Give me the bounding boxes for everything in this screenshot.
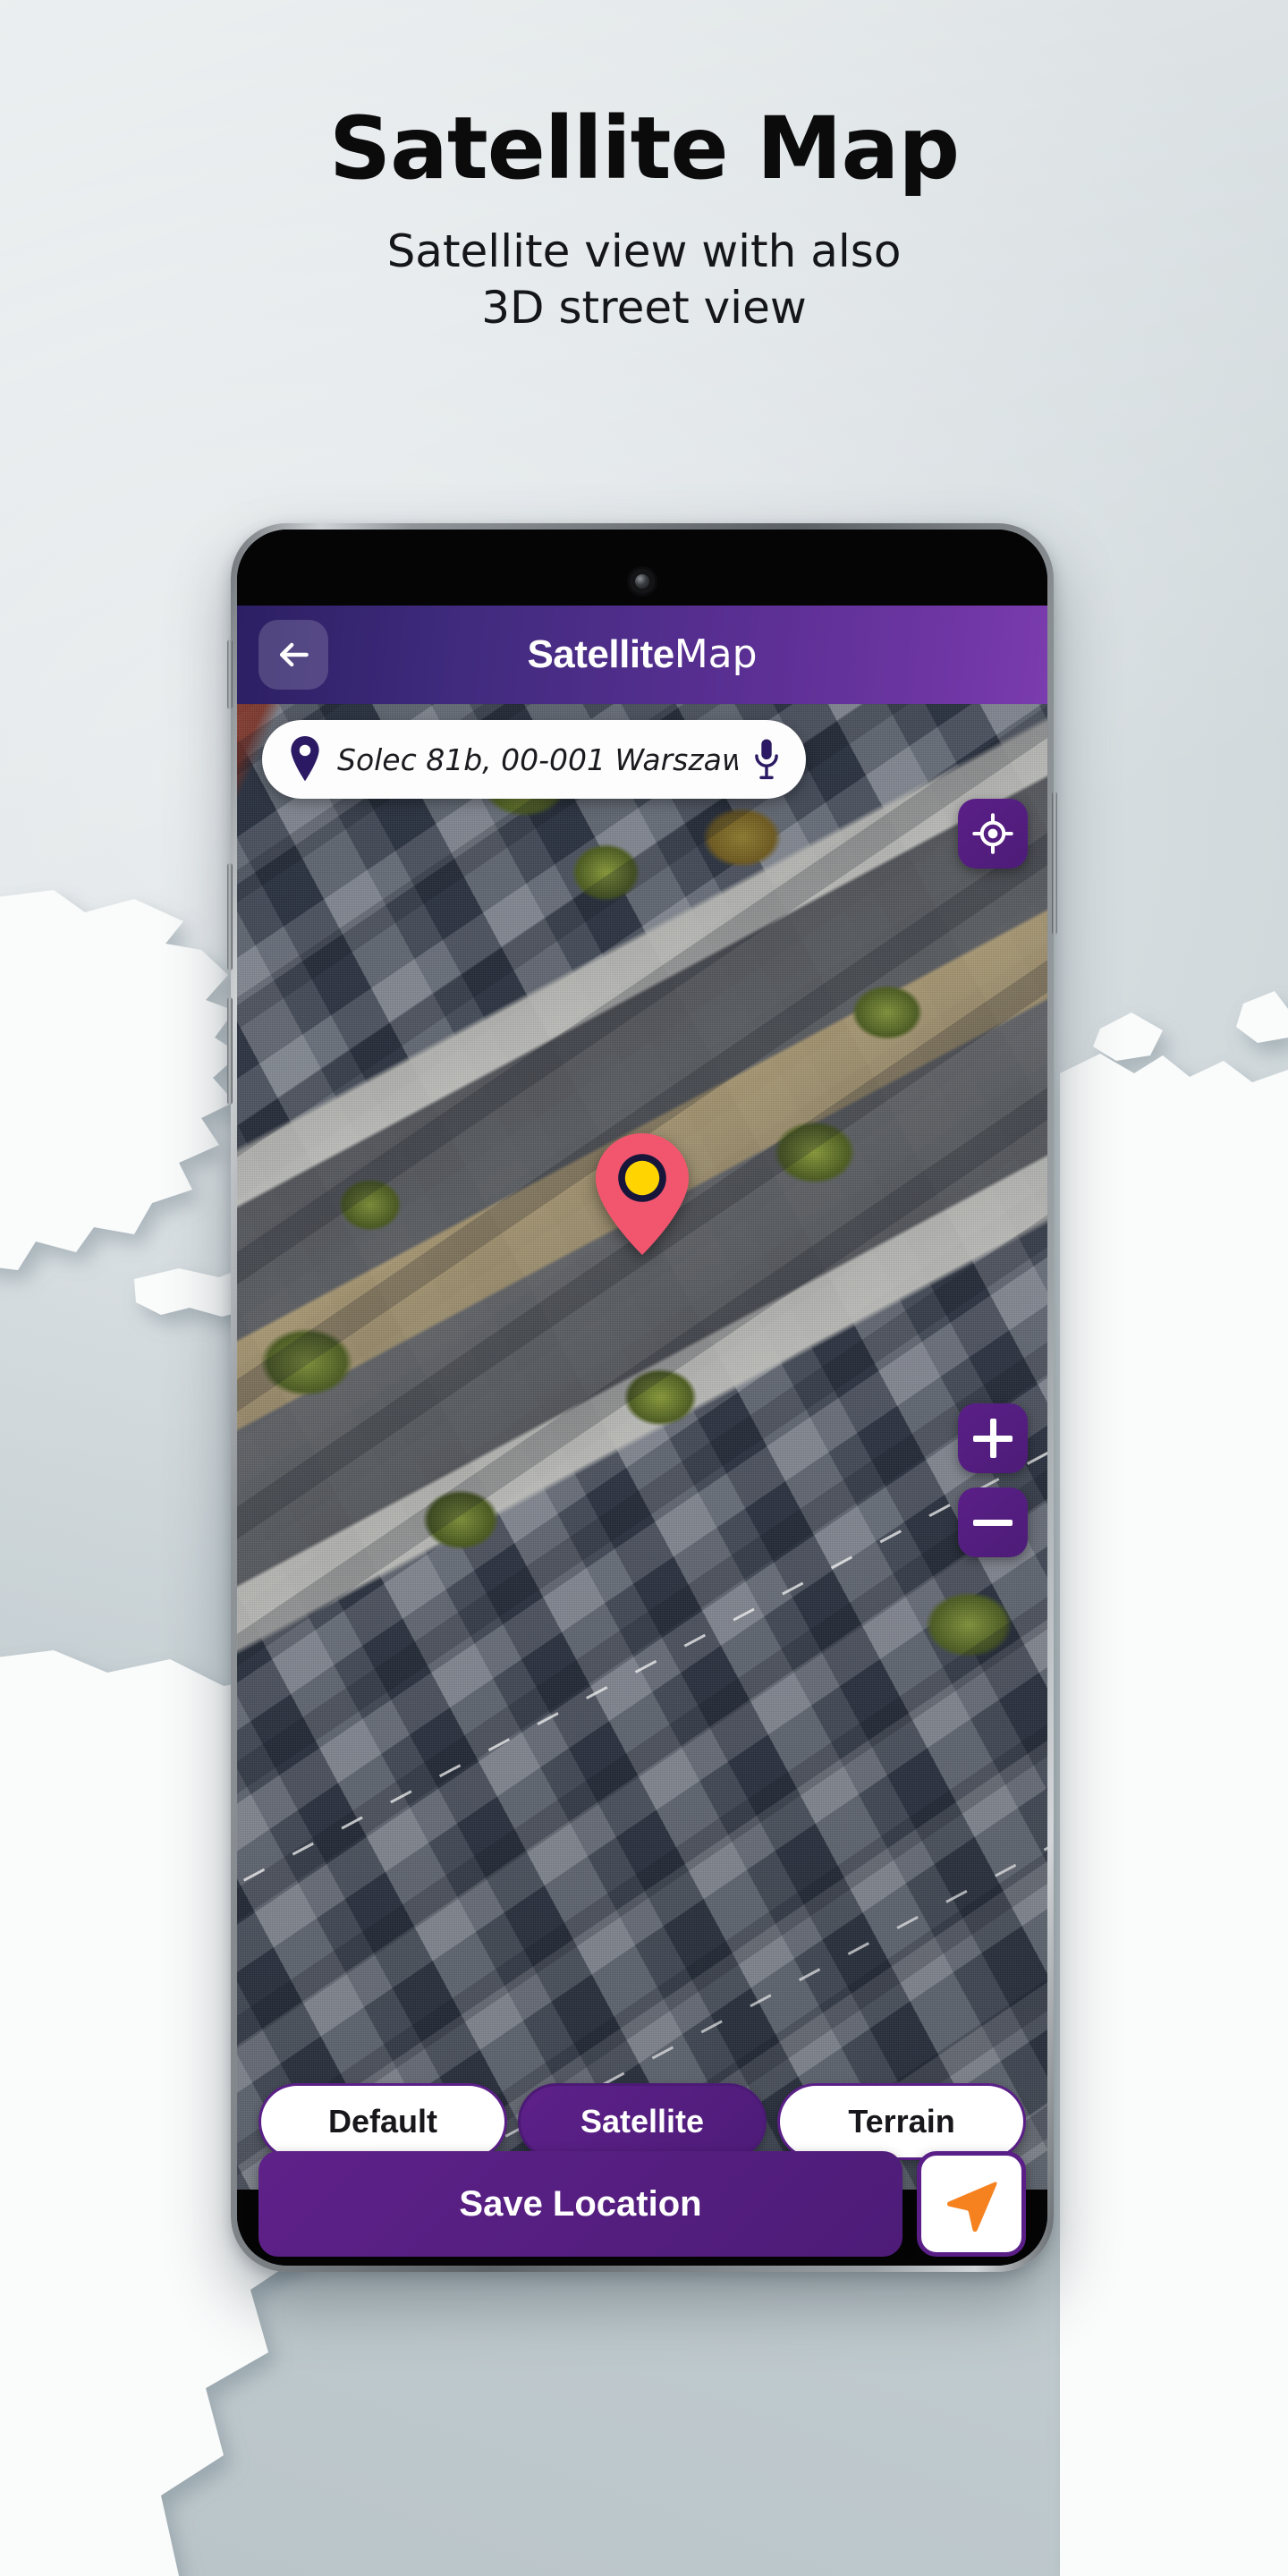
page-title: Satellite Map	[328, 98, 960, 199]
page-subtitle: Satellite view with also 3D street view	[0, 224, 1288, 336]
search-input[interactable]	[337, 741, 738, 777]
subtitle-line-2: 3D street view	[481, 282, 807, 334]
map-type-default[interactable]: Default	[258, 2083, 507, 2160]
subtitle-line-1: Satellite view with also	[386, 225, 902, 277]
location-marker-pin	[596, 1133, 689, 1255]
bottom-action-bar: Save Location	[237, 2151, 1047, 2257]
map-type-terrain[interactable]: Terrain	[777, 2083, 1026, 2160]
promo-header: Satellite Map Satellite view with also 3…	[0, 106, 1288, 336]
phone-power-button[interactable]	[227, 640, 233, 709]
zoom-out-button[interactable]	[958, 1487, 1028, 1557]
my-location-button[interactable]	[958, 799, 1028, 869]
phone-mockup: SatelliteMap Solec 81b, 00-001 Warszaw D…	[227, 523, 1057, 2272]
phone-volume-down-button[interactable]	[227, 997, 233, 1105]
map-type-satellite[interactable]: Satellite	[518, 2083, 767, 2160]
front-camera-icon	[630, 569, 655, 594]
search-bar[interactable]	[262, 720, 806, 799]
phone-screen: SatelliteMap Solec 81b, 00-001 Warszaw D…	[237, 530, 1047, 2266]
phone-volume-up-button[interactable]	[227, 863, 233, 970]
imagery-texture	[237, 704, 1047, 2266]
minus-icon	[973, 1503, 1013, 1542]
app-bar-title: SatelliteMap	[237, 635, 1047, 674]
back-button[interactable]	[258, 620, 328, 690]
microphone-icon[interactable]	[750, 736, 783, 783]
status-bar	[237, 530, 1047, 606]
map-type-selector: Default Satellite Terrain	[237, 2083, 1047, 2160]
arrow-left-icon	[279, 642, 309, 667]
map-pin-icon	[291, 736, 319, 782]
navigate-button[interactable]	[917, 2151, 1026, 2257]
app-bar-title-light: Map	[674, 631, 758, 677]
map-viewport[interactable]: Default Satellite Terrain Save Location	[237, 704, 1047, 2266]
zoom-in-button[interactable]	[958, 1403, 1028, 1473]
app-bar: SatelliteMap	[237, 606, 1047, 704]
gps-crosshair-icon	[972, 813, 1013, 854]
plus-icon	[973, 1419, 1013, 1458]
phone-right-side-button[interactable]	[1052, 792, 1057, 935]
map-marker[interactable]	[596, 1133, 689, 1259]
save-location-button[interactable]: Save Location	[258, 2151, 902, 2257]
app-bar-title-bold: Satellite	[527, 632, 674, 676]
navigation-arrow-icon	[947, 2182, 997, 2233]
